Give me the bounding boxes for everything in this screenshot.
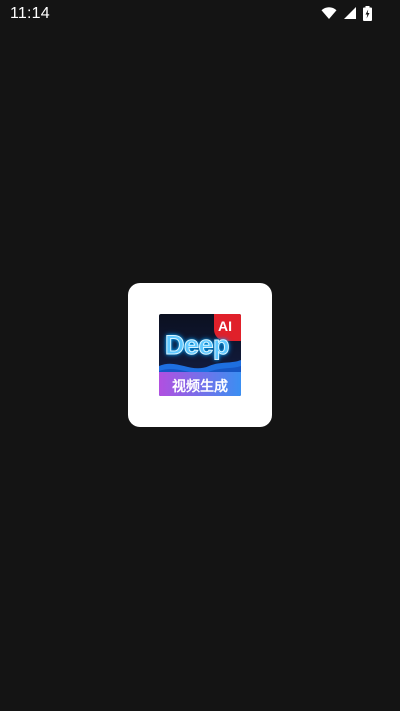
status-icons xyxy=(321,5,372,21)
logo-caption: 视频生成 xyxy=(172,378,228,394)
logo-word: Deep xyxy=(164,330,230,361)
splash-screen: 11:14 AI Deep 视频生成 xyxy=(0,0,400,711)
status-time: 11:14 xyxy=(10,5,50,22)
cellular-signal-icon xyxy=(343,6,357,20)
app-logo: AI Deep 视频生成 xyxy=(159,314,241,396)
status-bar: 11:14 xyxy=(0,0,400,28)
wifi-icon xyxy=(321,6,337,20)
splash-logo-card: AI Deep 视频生成 xyxy=(128,283,272,427)
battery-charging-icon xyxy=(363,5,372,21)
